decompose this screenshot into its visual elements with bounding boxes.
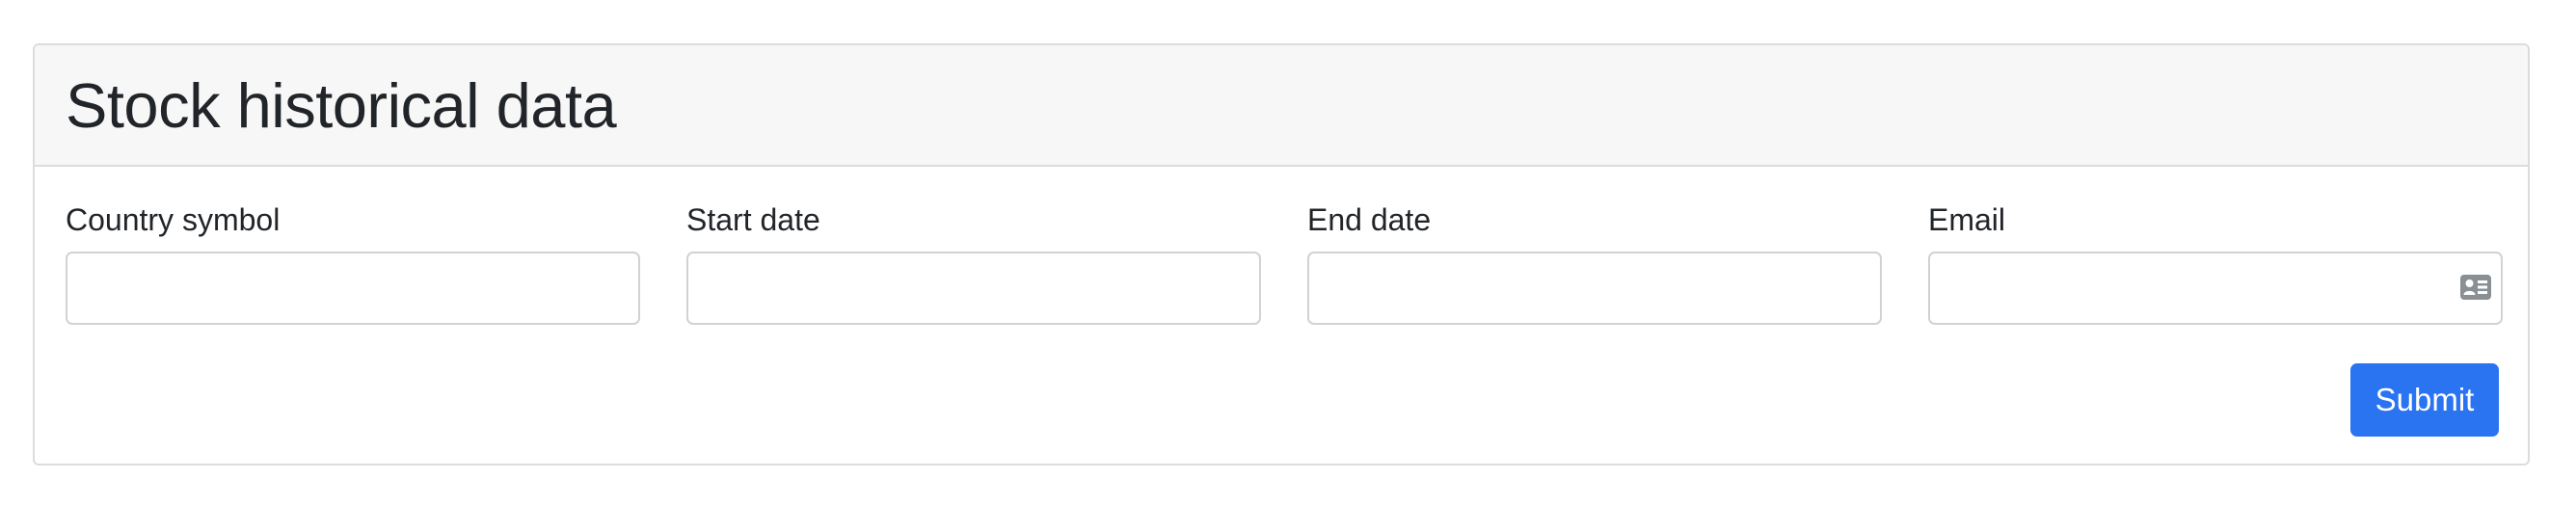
email-input-wrap <box>1928 252 2503 325</box>
contact-card-icon[interactable] <box>2460 275 2491 300</box>
card-body: Country symbol Start date End date Email <box>35 167 2528 464</box>
submit-button[interactable]: Submit <box>2350 363 2499 437</box>
email-input[interactable] <box>1928 252 2503 325</box>
start-date-input[interactable] <box>686 252 1261 325</box>
start-date-label: Start date <box>686 202 820 237</box>
country-symbol-label: Country symbol <box>66 202 281 237</box>
email-label: Email <box>1928 202 2006 237</box>
page-title: Stock historical data <box>66 69 617 141</box>
email-field: Email <box>1928 201 2503 325</box>
stock-form-card: Stock historical data Country symbol Sta… <box>33 43 2530 466</box>
end-date-field: End date <box>1307 201 1882 325</box>
end-date-label: End date <box>1307 202 1432 237</box>
card-header: Stock historical data <box>35 45 2528 167</box>
end-date-input[interactable] <box>1307 252 1882 325</box>
country-symbol-input[interactable] <box>66 252 640 325</box>
country-symbol-field: Country symbol <box>66 201 640 325</box>
start-date-field: Start date <box>686 201 1261 325</box>
